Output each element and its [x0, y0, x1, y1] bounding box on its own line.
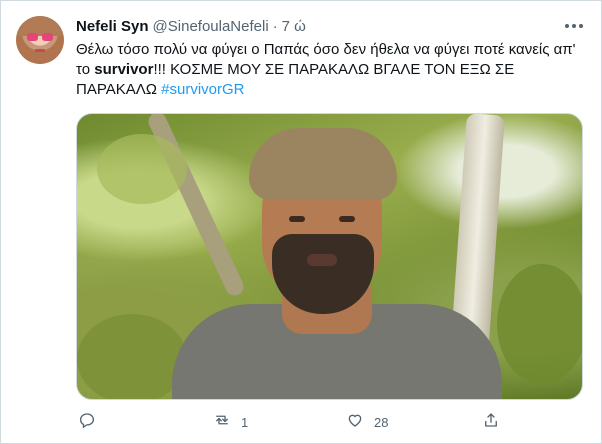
share-icon	[482, 411, 500, 434]
hashtag-link[interactable]: #survivorGR	[161, 81, 244, 98]
tweet-text: Θέλω τόσο πολύ να φύγει ο Παπάς όσο δεν …	[76, 40, 576, 100]
image-person-eye	[289, 216, 305, 222]
retweet-button[interactable]: 1	[213, 410, 248, 434]
share-button[interactable]	[482, 410, 500, 434]
tweet-image[interactable]	[76, 113, 583, 400]
tweet-header: Nefeli Syn @SinefoulaNefeli · 7 ώ	[76, 16, 306, 36]
like-button[interactable]: 28	[346, 410, 388, 434]
image-foliage	[77, 314, 187, 399]
image-person-hair	[249, 128, 397, 200]
image-person-mouth	[307, 254, 337, 266]
tweet-time[interactable]: 7 ώ	[282, 18, 306, 35]
image-foliage	[497, 264, 582, 384]
tweet-bold-word: survivor	[94, 61, 154, 78]
avatar-mouth	[35, 49, 45, 52]
avatar-glasses	[27, 33, 53, 41]
retweet-icon	[213, 411, 231, 434]
image-foliage	[97, 134, 187, 204]
reply-icon	[78, 411, 96, 434]
more-icon[interactable]	[562, 14, 586, 38]
reply-button[interactable]	[78, 410, 106, 434]
like-icon	[346, 411, 364, 434]
retweet-count: 1	[241, 414, 249, 430]
avatar[interactable]	[16, 16, 64, 64]
header-separator: ·	[272, 17, 278, 35]
author-handle[interactable]: @SinefoulaNefeli	[153, 18, 269, 35]
image-person-eye	[339, 216, 355, 222]
author-name[interactable]: Nefeli Syn	[76, 18, 149, 35]
tweet-actions: 1 28	[76, 410, 506, 434]
like-count: 28	[374, 414, 389, 430]
